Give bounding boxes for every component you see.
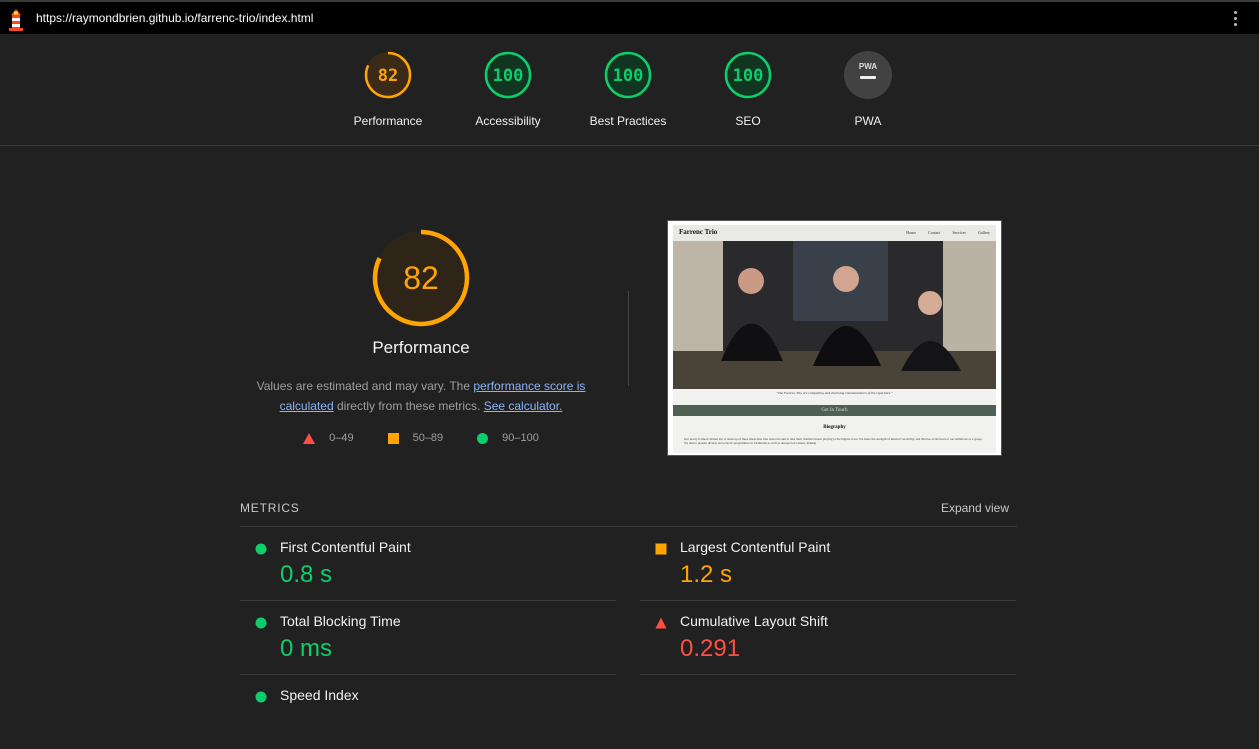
screenshot-bio-heading: Biography — [823, 425, 846, 430]
pass-circle-icon — [255, 617, 267, 629]
pwa-badge-icon: PWA — [844, 51, 892, 99]
gauge-label: Performance — [353, 114, 423, 128]
pass-circle-icon — [477, 432, 489, 444]
gauge-performance[interactable]: 82 Performance — [328, 50, 448, 128]
metric-name: Largest Contentful Paint — [680, 539, 831, 555]
pass-circle-icon — [255, 543, 267, 555]
screenshot-nav-links: Home Contact Services Gallery — [906, 230, 990, 235]
pwa-badge-text: PWA — [859, 62, 877, 71]
screenshot-nav-item: Services — [952, 230, 966, 235]
screenshot-page: Farrenc Trio Home Contact Services Galle… — [673, 225, 996, 453]
metric-cls: Cumulative Layout Shift 0.291 — [640, 601, 1016, 675]
pass-circle-icon — [255, 691, 267, 703]
fail-triangle-icon — [303, 432, 316, 444]
metrics-heading: METRICS — [240, 501, 300, 515]
screenshot-navbar: Farrenc Trio Home Contact Services Galle… — [673, 225, 996, 241]
expand-view-toggle[interactable]: Expand view — [941, 501, 1009, 515]
final-screenshot[interactable]: Farrenc Trio Home Contact Services Galle… — [667, 220, 1002, 456]
metric-value: 1.2 s — [680, 561, 733, 588]
more-options-icon[interactable] — [1231, 11, 1239, 29]
metric-tbt: Total Blocking Time 0 ms — [240, 601, 616, 675]
gauge-label: Accessibility — [475, 114, 541, 128]
metric-name: Speed Index — [280, 687, 359, 703]
gauge-label: SEO — [735, 114, 761, 128]
gauge-ring: 100 — [484, 51, 532, 99]
screenshot-get-in-touch: Get In Touch — [673, 405, 996, 416]
performance-description: Values are estimated and may vary. The p… — [246, 376, 596, 416]
gauge-label: Best Practices — [589, 114, 667, 128]
metric-fcp: First Contentful Paint 0.8 s — [240, 527, 616, 601]
url-bar: https://raymondbrien.github.io/farrenc-t… — [0, 0, 1259, 34]
gauge-score: 100 — [493, 66, 524, 86]
gauge-best-practices[interactable]: 100 Best Practices — [568, 50, 688, 128]
gauge-score: 100 — [613, 66, 644, 86]
screenshot-brand: Farrenc Trio — [679, 228, 718, 236]
gauge-ring: 100 — [604, 51, 652, 99]
metrics-header: METRICS Expand view — [240, 500, 1017, 527]
performance-title: Performance — [372, 338, 470, 357]
screenshot-quote: "The Farrenc Trio are compelling and cha… — [776, 391, 893, 395]
gauge-label: PWA — [854, 114, 882, 128]
score-summary: 82 Performance 100 Accessibility 100 Bes… — [0, 34, 1259, 146]
legend-pass: 90–100 — [502, 432, 539, 444]
legend-fail: 0–49 — [329, 432, 354, 444]
gauge-score: 100 — [733, 66, 764, 86]
screenshot-nav-item: Contact — [927, 230, 941, 235]
desc-text: Values are estimated and may vary. The — [256, 379, 474, 393]
gauge-ring: 100 — [724, 51, 772, 99]
metric-value: 0 ms — [280, 635, 333, 662]
vertical-divider — [628, 291, 629, 386]
url-text: https://raymondbrien.github.io/farrenc-t… — [36, 11, 314, 25]
desc-text: directly from these metrics. — [333, 399, 484, 413]
average-square-icon — [387, 432, 399, 444]
average-square-icon — [655, 543, 667, 555]
screenshot-nav-item: Home — [906, 230, 916, 235]
metric-speed-index: Speed Index — [240, 675, 616, 749]
metric-value: 0.8 s — [280, 561, 333, 588]
metric-lcp: Largest Contentful Paint 1.2 s — [640, 527, 1016, 601]
gauge-pwa[interactable]: PWA PWA — [808, 50, 928, 128]
screenshot-nav-item: Gallery — [978, 230, 990, 235]
gauge-accessibility[interactable]: 100 Accessibility — [448, 50, 568, 128]
legend-average: 50–89 — [412, 432, 444, 444]
metric-name: Total Blocking Time — [280, 613, 401, 629]
fail-triangle-icon — [655, 617, 667, 629]
metric-name: Cumulative Layout Shift — [680, 613, 828, 629]
performance-section: 82 Performance Values are estimated and … — [231, 228, 611, 444]
trio-photo — [673, 241, 996, 389]
score-legend: 0–49 50–89 90–100 — [231, 432, 611, 444]
gauge-ring: 82 — [364, 51, 412, 99]
see-calculator-link[interactable]: See calculator. — [484, 399, 563, 413]
performance-score: 82 — [403, 260, 439, 296]
performance-gauge: 82 — [372, 229, 470, 327]
gauge-seo[interactable]: 100 SEO — [688, 50, 808, 128]
metric-name: First Contentful Paint — [280, 539, 411, 555]
screenshot-bio-text: Our newly formed clarinet trio is made u… — [684, 437, 983, 445]
metric-value: 0.291 — [680, 635, 741, 662]
gauge-score: 82 — [378, 66, 398, 86]
lighthouse-logo-icon — [9, 9, 23, 31]
